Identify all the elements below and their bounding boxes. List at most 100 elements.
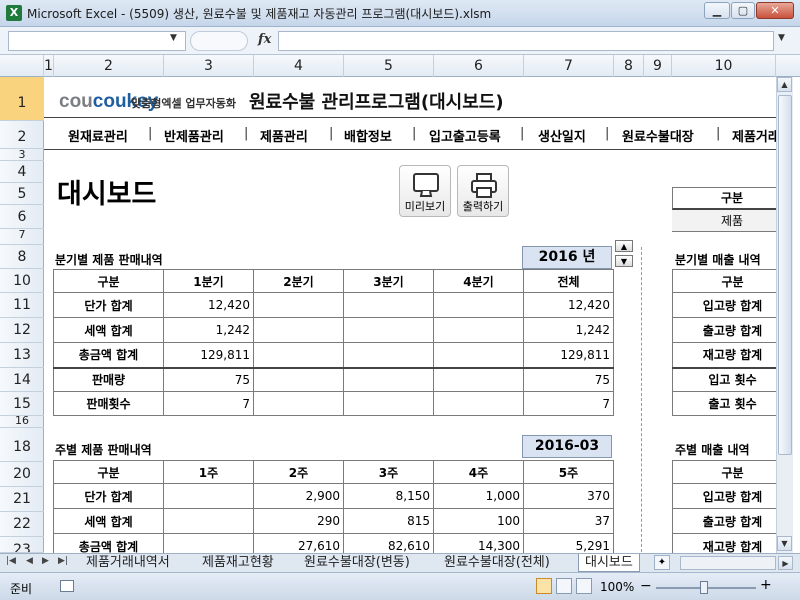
table-cell[interactable]: 1,242	[523, 317, 614, 343]
scroll-down-icon[interactable]: ▼	[777, 536, 792, 551]
table-cell[interactable]	[433, 317, 524, 343]
column-header[interactable]: 8	[614, 55, 644, 77]
zoom-out-icon[interactable]: −	[640, 578, 652, 594]
row-header[interactable]: 2	[0, 121, 44, 149]
zoom-level[interactable]: 100%	[600, 580, 634, 594]
nav-in-out-register[interactable]: 입고출고등록	[429, 126, 501, 145]
table-cell[interactable]: 1,000	[433, 483, 524, 509]
table-cell[interactable]: 129,811	[163, 342, 254, 368]
table-cell[interactable]	[253, 391, 344, 416]
prev-sheet-icon[interactable]: ◀	[26, 556, 33, 566]
scroll-right-icon[interactable]: ▶	[778, 556, 793, 570]
table-cell[interactable]	[253, 292, 344, 318]
zoom-slider-thumb[interactable]	[700, 581, 708, 594]
row-header[interactable]: 11	[0, 293, 44, 318]
product-selector-cell[interactable]: 제품	[672, 210, 776, 232]
row-header[interactable]: 13	[0, 343, 44, 368]
nav-semi-product[interactable]: 반제품관리	[164, 126, 224, 145]
table-cell[interactable]	[253, 366, 344, 392]
nav-production-log[interactable]: 생산일지	[538, 126, 586, 145]
table-cell[interactable]: 7	[523, 391, 614, 416]
nav-mix-info[interactable]: 배합정보	[344, 126, 392, 145]
table-cell[interactable]: 290	[253, 508, 344, 534]
row-header[interactable]: 10	[0, 269, 44, 293]
sheet-tab[interactable]: 제품재고현황	[196, 554, 280, 572]
row-header[interactable]: 20	[0, 462, 44, 487]
macro-record-icon[interactable]	[60, 580, 74, 592]
page-break-view-icon[interactable]	[576, 578, 592, 594]
column-header[interactable]: 7	[524, 55, 614, 77]
table-cell[interactable]: 75	[163, 366, 254, 392]
column-header[interactable]: 6	[434, 55, 524, 77]
preview-button[interactable]: 미리보기	[399, 165, 451, 217]
table-cell[interactable]: 12,420	[163, 292, 254, 318]
table-cell[interactable]: 27,610	[253, 533, 344, 553]
row-header[interactable]: 5	[0, 183, 44, 205]
row-header[interactable]: 6	[0, 205, 44, 229]
sheet-tab[interactable]: 원료수불대장(변동)	[298, 554, 416, 572]
worksheet[interactable]: coucoukey 맞춤형엑셀 업무자동화 원료수불 관리프로그램(대시보드) …	[44, 77, 776, 553]
table-cell[interactable]	[343, 317, 434, 343]
column-header[interactable]: 9	[644, 55, 672, 77]
row-header[interactable]: 21	[0, 487, 44, 512]
table-cell[interactable]	[163, 508, 254, 534]
column-header[interactable]: 4	[254, 55, 344, 77]
table-cell[interactable]	[433, 292, 524, 318]
table-cell[interactable]	[163, 533, 254, 553]
column-header[interactable]: 10	[672, 55, 776, 77]
nav-product[interactable]: 제품관리	[260, 126, 308, 145]
table-cell[interactable]	[433, 391, 524, 416]
table-cell[interactable]	[253, 342, 344, 368]
name-box[interactable]	[8, 31, 186, 51]
horizontal-scrollbar[interactable]	[680, 556, 776, 570]
table-cell[interactable]: 12,420	[523, 292, 614, 318]
restore-button[interactable]: ▢	[731, 2, 755, 19]
next-sheet-icon[interactable]: ▶	[42, 556, 49, 566]
table-cell[interactable]: 370	[523, 483, 614, 509]
row-header[interactable]: 1	[0, 77, 44, 121]
table-cell[interactable]	[253, 317, 344, 343]
table-cell[interactable]: 7	[163, 391, 254, 416]
row-header[interactable]: 15	[0, 392, 44, 416]
table-cell[interactable]: 8,150	[343, 483, 434, 509]
sheet-tab[interactable]: 원료수불대장(전체)	[438, 554, 556, 572]
table-cell[interactable]	[343, 391, 434, 416]
month-selector[interactable]: 2016-03	[522, 435, 612, 458]
row-header[interactable]: 23	[0, 537, 44, 553]
year-down-spinner[interactable]: ▼	[615, 255, 633, 267]
page-layout-view-icon[interactable]	[556, 578, 572, 594]
print-button[interactable]: 출력하기	[457, 165, 509, 217]
table-cell[interactable]: 75	[523, 366, 614, 392]
row-header[interactable]: 12	[0, 318, 44, 343]
row-header[interactable]: 16	[0, 416, 44, 428]
nav-product-trade[interactable]: 제품거래	[732, 126, 776, 145]
insert-function-icon[interactable]: fx	[258, 32, 271, 47]
table-cell[interactable]	[343, 292, 434, 318]
row-header[interactable]: 3	[0, 149, 44, 161]
table-cell[interactable]: 2,900	[253, 483, 344, 509]
last-sheet-icon[interactable]: ▶|	[58, 556, 68, 566]
row-header[interactable]: 4	[0, 161, 44, 183]
table-cell[interactable]: 5,291	[523, 533, 614, 553]
row-header[interactable]: 8	[0, 245, 44, 269]
row-header[interactable]: 22	[0, 512, 44, 537]
table-cell[interactable]	[343, 342, 434, 368]
column-header[interactable]: 3	[164, 55, 254, 77]
column-header[interactable]: 1	[44, 55, 54, 77]
close-button[interactable]: ✕	[756, 2, 794, 19]
table-cell[interactable]	[163, 483, 254, 509]
table-cell[interactable]: 1,242	[163, 317, 254, 343]
sheet-tab[interactable]: 제품거래내역서	[80, 554, 176, 572]
select-all-corner[interactable]	[0, 55, 44, 77]
nav-raw-material[interactable]: 원재료관리	[68, 126, 128, 145]
table-cell[interactable]: 815	[343, 508, 434, 534]
column-header[interactable]: 5	[344, 55, 434, 77]
zoom-in-icon[interactable]: +	[760, 577, 772, 593]
year-selector[interactable]: 2016 년	[522, 246, 612, 269]
first-sheet-icon[interactable]: |◀	[6, 556, 16, 566]
column-header[interactable]: 2	[54, 55, 164, 77]
table-cell[interactable]	[433, 342, 524, 368]
table-cell[interactable]: 37	[523, 508, 614, 534]
scroll-thumb[interactable]	[778, 95, 792, 455]
minimize-button[interactable]: ▁	[704, 2, 730, 19]
